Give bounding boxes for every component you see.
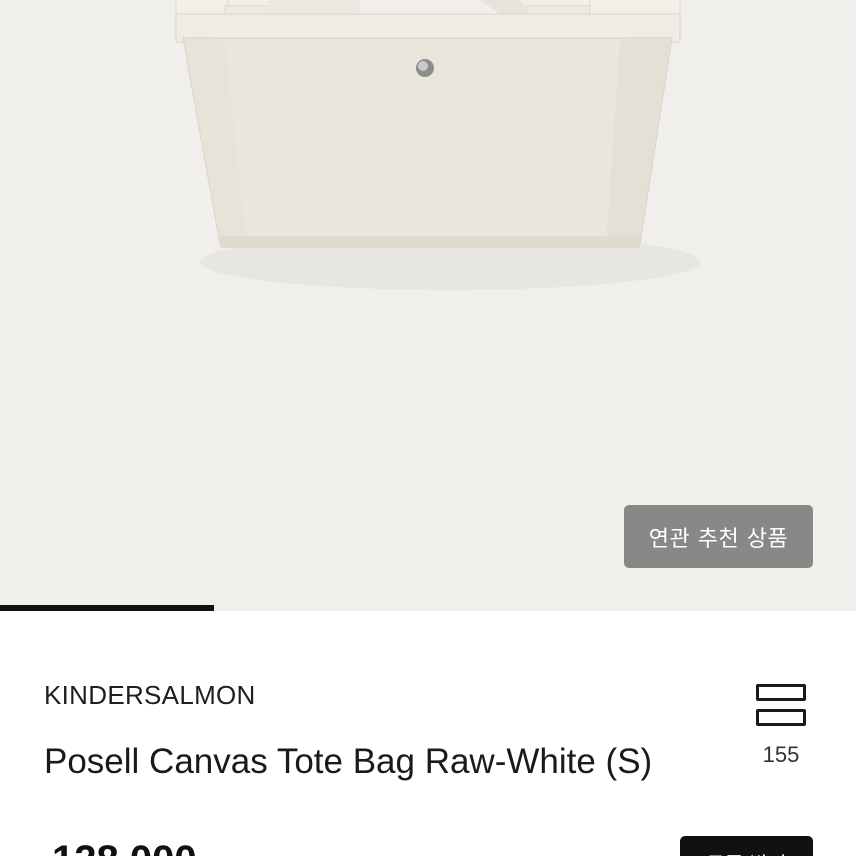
brand-name[interactable]: KINDERSALMON bbox=[44, 680, 256, 711]
like-button[interactable]: 155 bbox=[746, 684, 816, 774]
related-products-button[interactable]: 연관 추천 상품 bbox=[624, 505, 813, 568]
bookmark-stack-icon bbox=[756, 684, 808, 728]
product-image[interactable]: 연관 추천 상품 bbox=[0, 0, 856, 606]
gallery-progress-fill bbox=[0, 605, 214, 611]
product-price: 128,000 bbox=[52, 838, 197, 856]
gallery-progress-track bbox=[0, 605, 856, 611]
like-count: 155 bbox=[762, 742, 800, 767]
coupon-button[interactable]: 쿠폰 받기 bbox=[680, 836, 813, 856]
product-title: Posell Canvas Tote Bag Raw-White (S) bbox=[44, 742, 653, 781]
